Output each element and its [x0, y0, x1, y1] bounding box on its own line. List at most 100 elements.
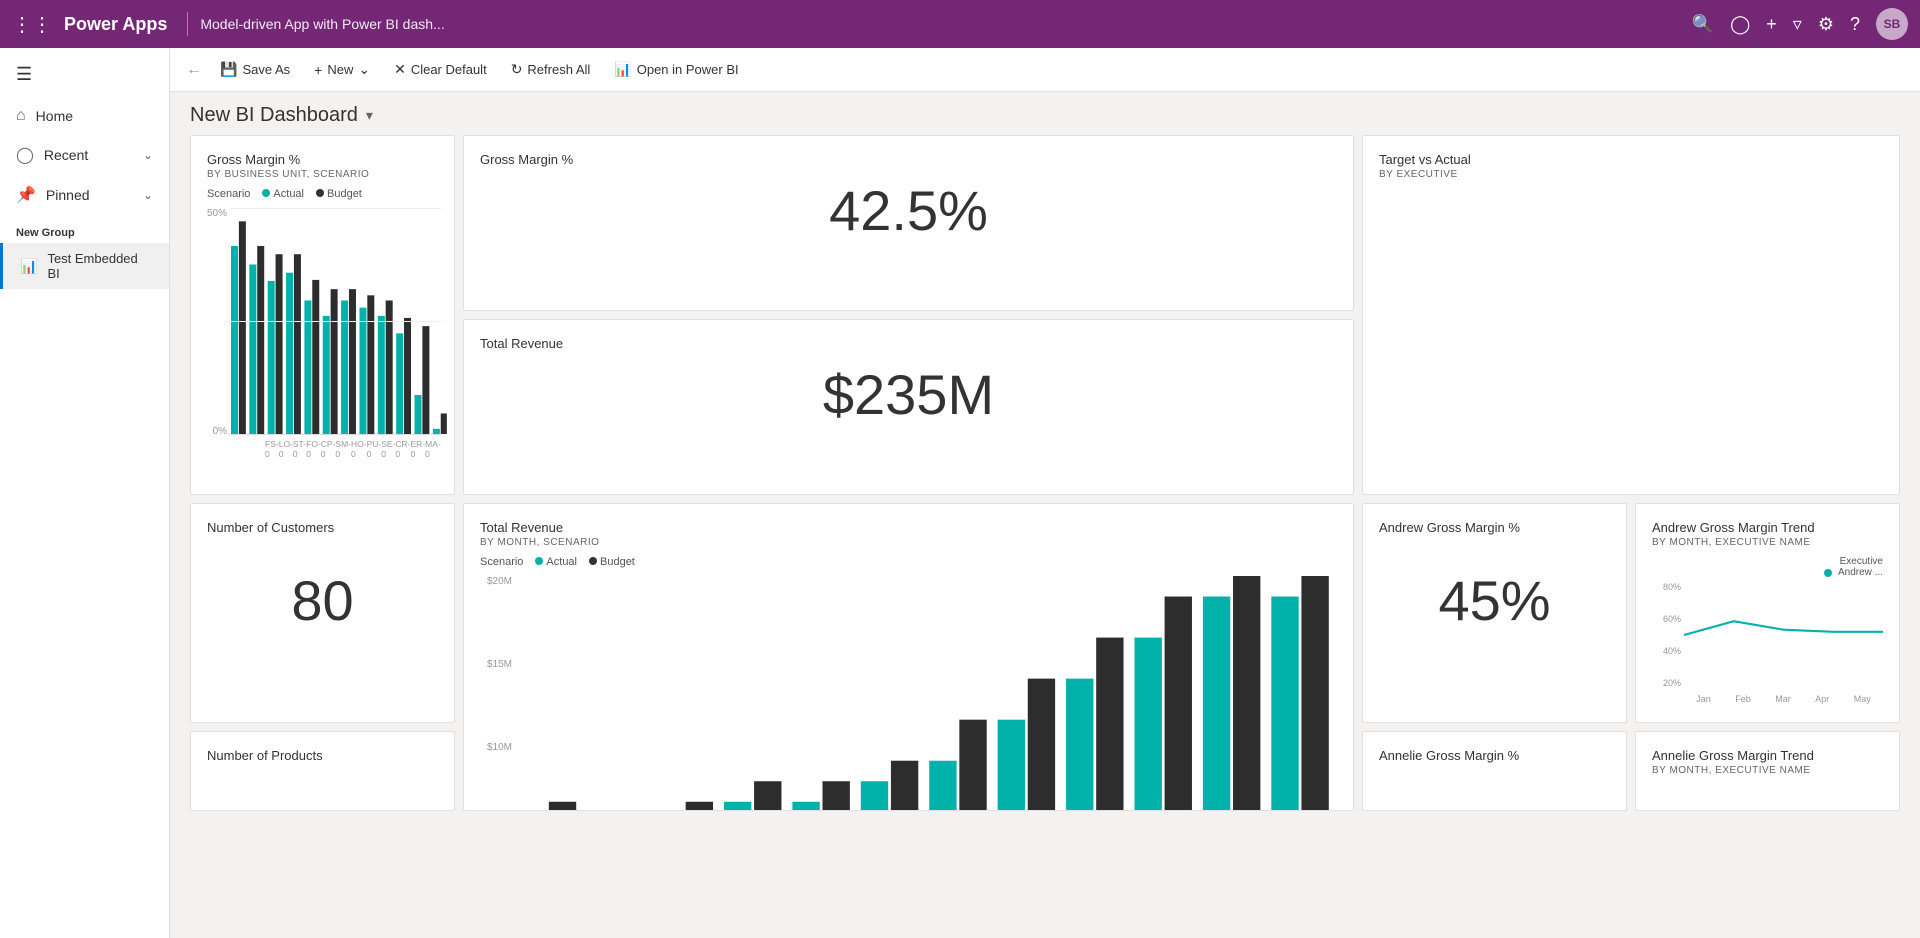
- revenue-chart-legend: Scenario Actual Budget: [480, 556, 1337, 568]
- open-in-power-bi-button[interactable]: 📊 Open in Power BI: [604, 56, 748, 83]
- nav-divider: [187, 12, 188, 36]
- gross-margin-bars-area: 50% 0%: [207, 208, 438, 459]
- products-title: Number of Products: [207, 748, 438, 763]
- gross-margin-chart-title: Gross Margin %: [207, 152, 438, 167]
- recent-sidebar-icon: ◯: [16, 145, 34, 165]
- gross-margin-kpi-value: 42.5%: [480, 169, 1337, 251]
- refresh-all-button[interactable]: ↻ Refresh All: [501, 56, 601, 83]
- sidebar-item-test-embedded[interactable]: 📊 Test Embedded BI: [0, 243, 169, 289]
- new-label: New: [327, 62, 353, 77]
- revenue-bars-area: $20M $15M $10M: [480, 576, 1337, 775]
- gross-margin-kpi-title: Gross Margin %: [480, 152, 1337, 167]
- open-icon: 📊: [614, 61, 631, 78]
- new-plus-icon: +: [314, 62, 322, 78]
- open-in-power-bi-label: Open in Power BI: [637, 62, 739, 77]
- gross-margin-chart-card: Gross Margin % BY BUSINESS UNIT, SCENARI…: [190, 135, 455, 495]
- page-header: New BI Dashboard ▾: [170, 92, 1920, 135]
- target-vs-actual-card: Target vs Actual BY EXECUTIVE: [1362, 135, 1900, 495]
- page-title-chevron-icon[interactable]: ▾: [366, 107, 373, 124]
- sidebar-embedded-label: Test Embedded BI: [47, 251, 153, 281]
- annelie-trend-card: Annelie Gross Margin Trend BY MONTH, EXE…: [1635, 731, 1900, 811]
- gross-margin-kpi-card: Gross Margin % 42.5%: [463, 135, 1354, 311]
- recent-chevron-icon: ⌄: [143, 148, 153, 162]
- andrew-margin-value: 45%: [1379, 537, 1610, 663]
- page-title: New BI Dashboard: [190, 104, 358, 127]
- embedded-bi-icon: 📊: [20, 258, 37, 275]
- target-vs-actual-subtitle: BY EXECUTIVE: [1379, 169, 1883, 180]
- gm-x-labels: FS-0 LO-0 ST-0 FO-0 CP-0 SM-0 HO-0 PU-0 …: [231, 435, 441, 459]
- sidebar: ☰ ⌂ Home ◯ Recent ⌄ 📌 Pinned ⌄ New Group…: [0, 48, 170, 938]
- gross-margin-chart-legend: Scenario Actual Budget: [207, 188, 438, 200]
- nav-icons: 🔍 ◯ + ▿ ⚙ ? SB: [1692, 8, 1908, 40]
- andrew-margin-card: Andrew Gross Margin % 45%: [1362, 503, 1627, 723]
- andrew-trend-title: Andrew Gross Margin Trend: [1652, 520, 1883, 535]
- customers-card: Number of Customers 80: [190, 503, 455, 723]
- grid-icon[interactable]: ⋮⋮: [12, 12, 52, 37]
- andrew-trend-subtitle: BY MONTH, EXECUTIVE NAME: [1652, 537, 1883, 548]
- total-revenue-kpi-title: Total Revenue: [480, 336, 1337, 351]
- total-revenue-kpi-value: $235M: [480, 353, 1337, 435]
- save-as-button[interactable]: 💾 Save As: [210, 56, 300, 83]
- gm-chart-inner: FS-0 LO-0 ST-0 FO-0 CP-0 SM-0 HO-0 PU-0 …: [231, 208, 441, 459]
- y-axis-gm: 50% 0%: [207, 208, 231, 459]
- gross-margin-chart-subtitle: BY BUSINESS UNIT, SCENARIO: [207, 169, 438, 180]
- gm-bars: [231, 208, 441, 435]
- new-button[interactable]: + New ⌄: [304, 56, 380, 83]
- top-nav: ⋮⋮ Power Apps Model-driven App with Powe…: [0, 0, 1920, 48]
- app-logo: Power Apps: [64, 14, 167, 35]
- clear-default-button[interactable]: ✕ Clear Default: [384, 56, 497, 83]
- products-card: Number of Products: [190, 731, 455, 811]
- scenario-label: Scenario: [207, 188, 250, 200]
- hamburger-button[interactable]: ☰: [0, 52, 169, 97]
- back-button[interactable]: ←: [186, 61, 202, 79]
- revenue-chart-title: Total Revenue: [480, 520, 1337, 535]
- refresh-all-label: Refresh All: [527, 62, 590, 77]
- dashboard: Gross Margin % 42.5% Total Revenue $235M…: [170, 135, 1920, 938]
- filter-icon[interactable]: ▿: [1793, 14, 1802, 35]
- revenue-chart-subtitle: BY MONTH, SCENARIO: [480, 537, 1337, 548]
- sidebar-group-label: New Group: [0, 215, 169, 243]
- recent-icon[interactable]: ◯: [1730, 14, 1750, 35]
- main-layout: ☰ ⌂ Home ◯ Recent ⌄ 📌 Pinned ⌄ New Group…: [0, 48, 1920, 938]
- search-icon[interactable]: 🔍: [1692, 14, 1714, 35]
- andrew-margin-title: Andrew Gross Margin %: [1379, 520, 1610, 535]
- save-as-label: Save As: [242, 62, 290, 77]
- annelie-margin-title: Annelie Gross Margin %: [1379, 748, 1610, 763]
- sidebar-item-pinned[interactable]: 📌 Pinned ⌄: [0, 175, 169, 215]
- help-icon[interactable]: ?: [1850, 14, 1860, 35]
- sidebar-item-recent[interactable]: ◯ Recent ⌄: [0, 135, 169, 175]
- app-title: Model-driven App with Power BI dash...: [200, 16, 1679, 32]
- pinned-chevron-icon: ⌄: [143, 188, 153, 202]
- customers-value: 80: [207, 537, 438, 663]
- revenue-chart-card: Total Revenue BY MONTH, SCENARIO Scenari…: [463, 503, 1354, 811]
- sidebar-home-label: Home: [36, 108, 153, 124]
- settings-icon[interactable]: ⚙: [1818, 14, 1834, 35]
- home-icon: ⌂: [16, 107, 26, 125]
- rev-chart-inner: Jan Feb Mar Apr May Jun Jul Aug Sep Oct: [516, 576, 1337, 775]
- actual-legend-dot: Actual: [262, 188, 304, 200]
- toolbar: ← 💾 Save As + New ⌄ ✕ Clear Default ↻ Re…: [170, 48, 1920, 92]
- save-icon: 💾: [220, 61, 237, 78]
- customers-title: Number of Customers: [207, 520, 438, 535]
- annelie-margin-card: Annelie Gross Margin %: [1362, 731, 1627, 811]
- y-axis-rev: $20M $15M $10M: [480, 576, 516, 775]
- content-area: ← 💾 Save As + New ⌄ ✕ Clear Default ↻ Re…: [170, 48, 1920, 938]
- annelie-trend-title: Annelie Gross Margin Trend: [1652, 748, 1883, 763]
- rev-bar-svg: [516, 576, 1337, 811]
- pin-icon: 📌: [16, 185, 36, 205]
- sidebar-recent-label: Recent: [44, 147, 133, 163]
- andrew-trend-chart: 80% 60% 40% 20%: [1652, 582, 1883, 688]
- andrew-trend-svg: [1684, 582, 1883, 688]
- budget-legend-dot: Budget: [316, 188, 362, 200]
- rev-bars: [516, 576, 1337, 811]
- sidebar-item-home[interactable]: ⌂ Home: [0, 97, 169, 135]
- new-chevron-icon: ⌄: [358, 61, 370, 78]
- avatar[interactable]: SB: [1876, 8, 1908, 40]
- andrew-trend-card: Andrew Gross Margin Trend BY MONTH, EXEC…: [1635, 503, 1900, 723]
- add-icon[interactable]: +: [1766, 14, 1777, 35]
- sidebar-pinned-label: Pinned: [46, 187, 133, 203]
- clear-default-label: Clear Default: [411, 62, 487, 77]
- andrew-trend-legend: Executive Andrew ...: [1652, 556, 1883, 578]
- total-revenue-kpi-card: Total Revenue $235M: [463, 319, 1354, 495]
- refresh-icon: ↻: [511, 61, 523, 78]
